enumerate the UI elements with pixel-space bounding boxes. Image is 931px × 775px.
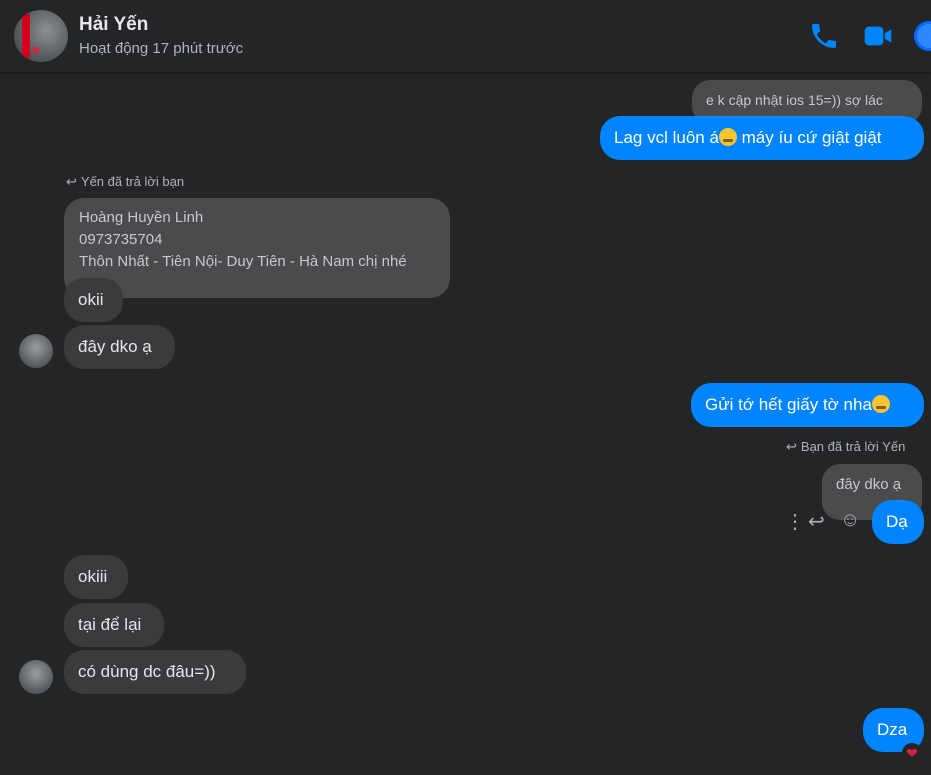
reply-note: ↩ Yến đã trả lời bạn (66, 174, 184, 190)
heart-reaction-icon[interactable]: ❤ (902, 743, 922, 763)
contact-avatar-small[interactable] (19, 334, 53, 368)
message-text: okii (78, 290, 104, 309)
quoted-text: đây dko ạ (836, 476, 902, 493)
message-text: tại để lại (78, 615, 142, 634)
reply-note-text: Bạn đã trả lời Yến (800, 439, 906, 454)
message-text: đây dko ạ (78, 337, 152, 356)
quoted-line: 0973735704 (79, 231, 163, 248)
chat-header: ♥ Hải Yến Hoạt động 17 phút trước (0, 0, 931, 72)
incoming-message[interactable]: okiii (64, 555, 128, 599)
quoted-text: e k cập nhật ios 15=)) sợ lác (706, 92, 883, 108)
quoted-message[interactable]: Hoàng Huyền Linh 0973735704 Thôn Nhất - … (64, 198, 450, 298)
quoted-line: Hoàng Huyền Linh (79, 209, 204, 226)
outgoing-message[interactable]: Dạ (872, 500, 924, 544)
contact-status: Hoạt động 17 phút trước (79, 40, 244, 57)
contact-name[interactable]: Hải Yến (79, 14, 148, 36)
message-text: okiii (78, 567, 108, 586)
incoming-message[interactable]: có dùng dc đâu=)) (64, 650, 246, 694)
reply-arrow-icon: ↩ (786, 439, 797, 454)
phone-call-icon[interactable] (808, 20, 840, 52)
reply-icon[interactable]: ↩ (808, 509, 825, 534)
video-call-icon[interactable] (862, 20, 894, 52)
outgoing-message[interactable]: Lag vcl luôn á máy íu cứ giật giật (600, 116, 924, 160)
reply-arrow-icon: ↩ (66, 174, 77, 189)
message-text-after-emoji: máy íu cứ giật giật (736, 128, 882, 147)
message-text: Dạ (886, 512, 908, 531)
emoji-icon (718, 128, 737, 146)
outgoing-message[interactable]: Gửi tớ hết giấy tờ nha (691, 383, 924, 427)
quoted-line: Thôn Nhất - Tiên Nội- Duy Tiên - Hà Nam … (79, 253, 407, 270)
react-emoji-icon[interactable]: ☺ (840, 509, 860, 532)
message-text: có dùng dc đâu=)) (78, 662, 216, 681)
contact-avatar-small[interactable] (19, 660, 53, 694)
incoming-message[interactable]: tại để lại (64, 603, 164, 647)
reply-note-text: Yến đã trả lời bạn (80, 174, 185, 189)
heart-icon: ♥ (32, 42, 41, 58)
message-text: Lag vcl luôn á (614, 128, 719, 147)
message-text: Gửi tớ hết giấy tờ nha (705, 395, 872, 414)
incoming-message[interactable]: đây dko ạ (64, 325, 175, 369)
incoming-message[interactable]: okii (64, 278, 123, 322)
message-text: Dza (877, 720, 908, 739)
reply-note: ↩ Bạn đã trả lời Yến (786, 439, 905, 455)
more-options-icon[interactable]: ⋮ (785, 509, 805, 534)
conversation-info-icon[interactable] (914, 21, 931, 51)
contact-avatar[interactable]: ♥ (14, 10, 68, 62)
emoji-icon (871, 395, 890, 413)
